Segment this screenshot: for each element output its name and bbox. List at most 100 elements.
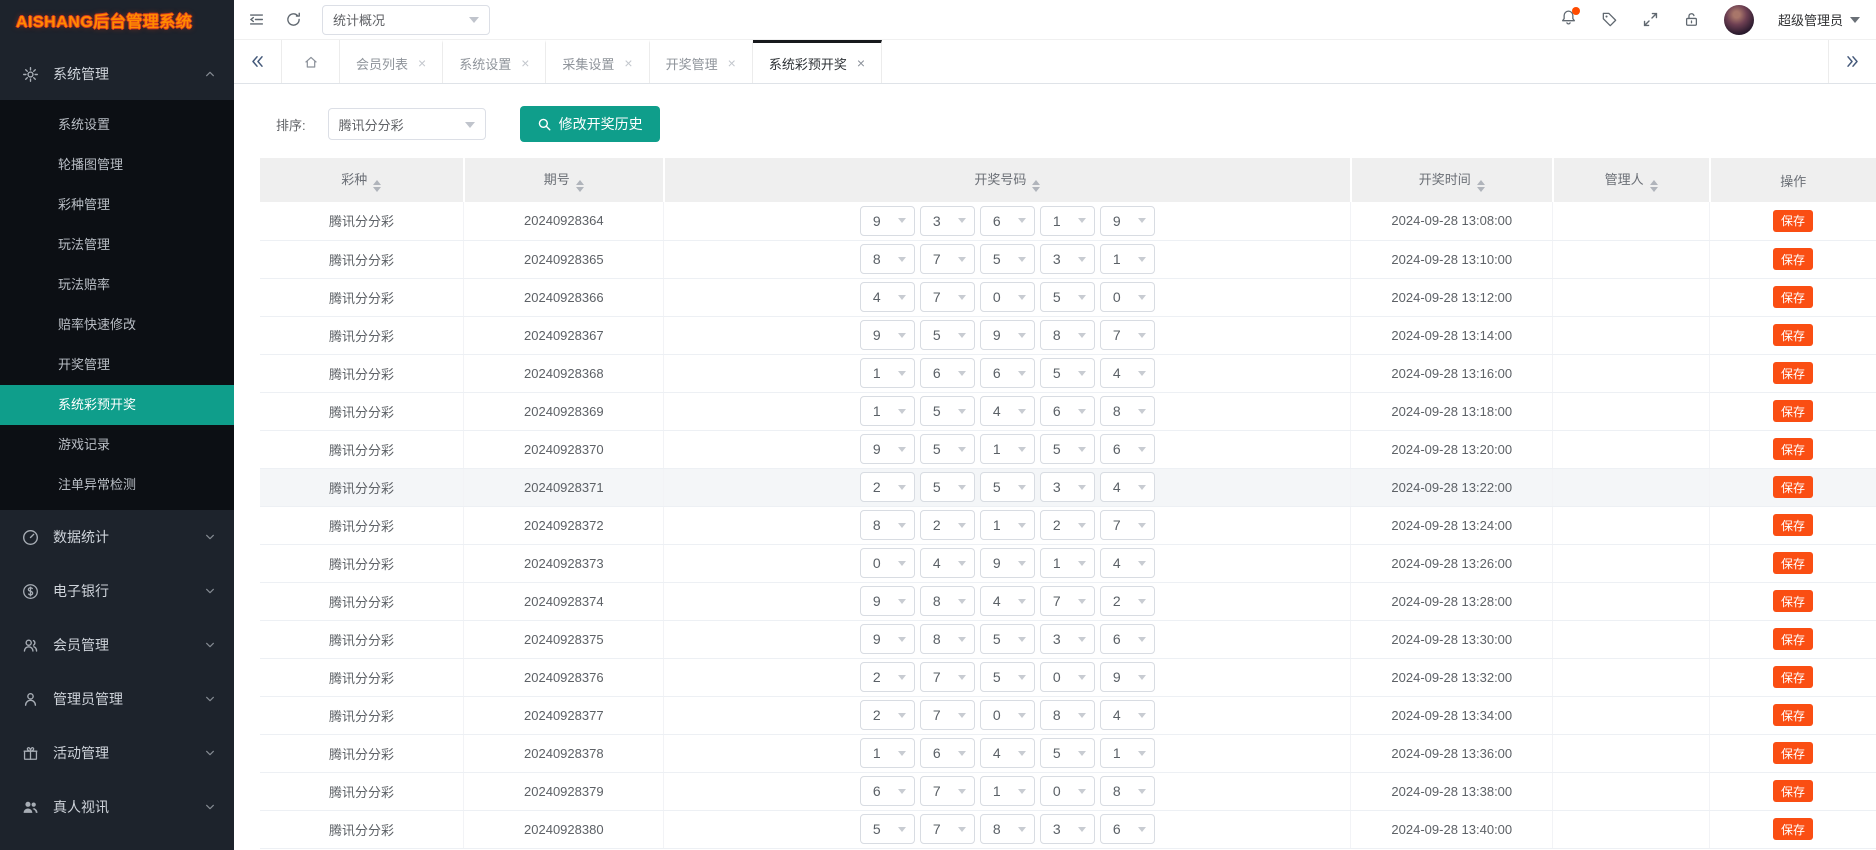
sidebar-subitem[interactable]: 系统彩预开奖 bbox=[0, 385, 234, 425]
home-tab[interactable] bbox=[282, 40, 340, 83]
number-select[interactable]: 5 bbox=[920, 434, 975, 464]
sidebar-subitem[interactable]: 轮播图管理 bbox=[0, 145, 234, 185]
number-select[interactable]: 8 bbox=[860, 510, 915, 540]
tabs-scroll-right[interactable] bbox=[1828, 40, 1876, 83]
save-button[interactable]: 保存 bbox=[1773, 286, 1813, 308]
sidebar-subitem[interactable]: 开奖管理 bbox=[0, 345, 234, 385]
save-button[interactable]: 保存 bbox=[1773, 438, 1813, 460]
number-select[interactable]: 9 bbox=[860, 206, 915, 236]
number-select[interactable]: 4 bbox=[980, 396, 1035, 426]
number-select[interactable]: 0 bbox=[980, 282, 1035, 312]
number-select[interactable]: 4 bbox=[1100, 358, 1155, 388]
number-select[interactable]: 7 bbox=[920, 814, 975, 844]
number-select[interactable]: 7 bbox=[920, 700, 975, 730]
number-select[interactable]: 8 bbox=[980, 814, 1035, 844]
sort-icon[interactable] bbox=[1032, 180, 1040, 192]
save-button[interactable]: 保存 bbox=[1773, 818, 1813, 840]
number-select[interactable]: 4 bbox=[1100, 548, 1155, 578]
save-button[interactable]: 保存 bbox=[1773, 248, 1813, 270]
sort-icon[interactable] bbox=[1650, 180, 1658, 192]
number-select[interactable]: 6 bbox=[920, 738, 975, 768]
number-select[interactable]: 5 bbox=[1040, 738, 1095, 768]
number-select[interactable]: 6 bbox=[860, 776, 915, 806]
sidebar-subitem[interactable]: 赔率快速修改 bbox=[0, 305, 234, 345]
tab-close-icon[interactable]: × bbox=[857, 56, 865, 70]
number-select[interactable]: 0 bbox=[980, 700, 1035, 730]
number-select[interactable]: 3 bbox=[1040, 472, 1095, 502]
number-select[interactable]: 1 bbox=[1040, 548, 1095, 578]
number-select[interactable]: 1 bbox=[980, 434, 1035, 464]
save-button[interactable]: 保存 bbox=[1773, 400, 1813, 422]
number-select[interactable]: 2 bbox=[860, 700, 915, 730]
number-select[interactable]: 8 bbox=[1100, 396, 1155, 426]
sidebar-subitem[interactable]: 游戏记录 bbox=[0, 425, 234, 465]
fullscreen-icon[interactable] bbox=[1642, 11, 1659, 28]
number-select[interactable]: 6 bbox=[1100, 434, 1155, 464]
save-button[interactable]: 保存 bbox=[1773, 780, 1813, 802]
sidebar-item[interactable]: 数据统计 bbox=[0, 510, 234, 564]
number-select[interactable]: 8 bbox=[1100, 776, 1155, 806]
sort-icon[interactable] bbox=[373, 180, 381, 192]
number-select[interactable]: 3 bbox=[1040, 814, 1095, 844]
number-select[interactable]: 9 bbox=[860, 434, 915, 464]
lottery-sort-select[interactable]: 腾讯分分彩 bbox=[328, 108, 486, 140]
number-select[interactable]: 4 bbox=[1100, 472, 1155, 502]
number-select[interactable]: 0 bbox=[1100, 282, 1155, 312]
number-select[interactable]: 5 bbox=[920, 320, 975, 350]
column-header[interactable]: 操作 bbox=[1710, 158, 1876, 202]
number-select[interactable]: 7 bbox=[920, 282, 975, 312]
tab[interactable]: 系统设置 × bbox=[443, 40, 546, 83]
tab[interactable]: 会员列表 × bbox=[340, 40, 443, 83]
number-select[interactable]: 1 bbox=[1040, 206, 1095, 236]
save-button[interactable]: 保存 bbox=[1773, 476, 1813, 498]
sidebar-subitem[interactable]: 玩法赔率 bbox=[0, 265, 234, 305]
number-select[interactable]: 6 bbox=[1100, 624, 1155, 654]
menu-fold-icon[interactable] bbox=[248, 11, 265, 28]
number-select[interactable]: 9 bbox=[980, 320, 1035, 350]
number-select[interactable]: 1 bbox=[860, 396, 915, 426]
number-select[interactable]: 1 bbox=[980, 776, 1035, 806]
number-select[interactable]: 5 bbox=[980, 244, 1035, 274]
sidebar-subitem[interactable]: 彩种管理 bbox=[0, 185, 234, 225]
notifications-button[interactable] bbox=[1560, 9, 1577, 31]
sidebar-item[interactable]: 活动管理 bbox=[0, 726, 234, 780]
number-select[interactable]: 8 bbox=[920, 586, 975, 616]
number-select[interactable]: 1 bbox=[1100, 738, 1155, 768]
save-button[interactable]: 保存 bbox=[1773, 704, 1813, 726]
number-select[interactable]: 8 bbox=[860, 244, 915, 274]
number-select[interactable]: 2 bbox=[1100, 586, 1155, 616]
number-select[interactable]: 1 bbox=[860, 738, 915, 768]
save-button[interactable]: 保存 bbox=[1773, 628, 1813, 650]
number-select[interactable]: 9 bbox=[1100, 662, 1155, 692]
number-select[interactable]: 4 bbox=[980, 586, 1035, 616]
save-button[interactable]: 保存 bbox=[1773, 514, 1813, 536]
number-select[interactable]: 0 bbox=[1040, 662, 1095, 692]
sidebar-item[interactable]: 会员管理 bbox=[0, 618, 234, 672]
number-select[interactable]: 5 bbox=[980, 662, 1035, 692]
number-select[interactable]: 5 bbox=[1040, 282, 1095, 312]
save-button[interactable]: 保存 bbox=[1773, 362, 1813, 384]
number-select[interactable]: 3 bbox=[1040, 624, 1095, 654]
number-select[interactable]: 4 bbox=[1100, 700, 1155, 730]
sort-icon[interactable] bbox=[576, 180, 584, 192]
save-button[interactable]: 保存 bbox=[1773, 742, 1813, 764]
sidebar-subitem[interactable]: 系统设置 bbox=[0, 105, 234, 145]
number-select[interactable]: 8 bbox=[1040, 700, 1095, 730]
tab-close-icon[interactable]: × bbox=[624, 56, 632, 70]
tab-close-icon[interactable]: × bbox=[728, 56, 736, 70]
number-select[interactable]: 6 bbox=[980, 358, 1035, 388]
number-select[interactable]: 9 bbox=[1100, 206, 1155, 236]
number-select[interactable]: 8 bbox=[920, 624, 975, 654]
number-select[interactable]: 7 bbox=[920, 662, 975, 692]
number-select[interactable]: 0 bbox=[1040, 776, 1095, 806]
number-select[interactable]: 2 bbox=[860, 662, 915, 692]
number-select[interactable]: 2 bbox=[860, 472, 915, 502]
number-select[interactable]: 9 bbox=[860, 586, 915, 616]
number-select[interactable]: 5 bbox=[920, 472, 975, 502]
number-select[interactable]: 0 bbox=[860, 548, 915, 578]
number-select[interactable]: 6 bbox=[1040, 396, 1095, 426]
number-select[interactable]: 7 bbox=[1100, 510, 1155, 540]
column-header[interactable]: 开奖时间 bbox=[1351, 158, 1553, 202]
number-select[interactable]: 8 bbox=[1040, 320, 1095, 350]
tab[interactable]: 系统彩预开奖 × bbox=[753, 40, 882, 83]
